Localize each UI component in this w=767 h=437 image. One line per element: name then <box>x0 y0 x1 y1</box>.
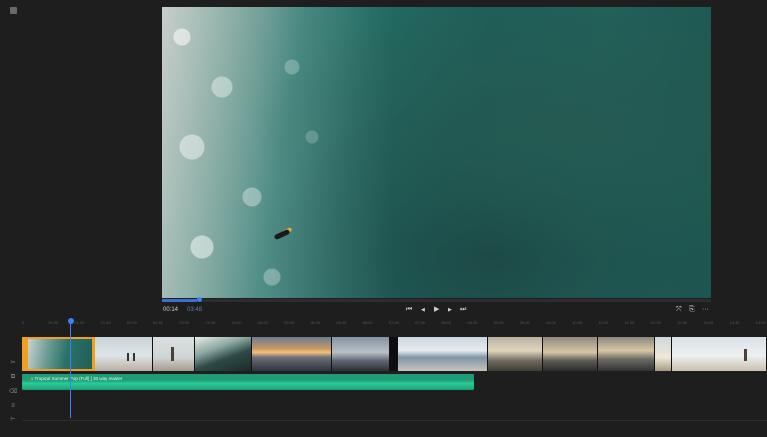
ruler-tick-label: 03:00 <box>179 320 190 325</box>
ruler-tick-label: 09:00 <box>493 320 504 325</box>
ruler-tick-label: 10:00 <box>546 320 557 325</box>
video-clip[interactable] <box>488 337 543 371</box>
ruler-tick-label: 13:00 <box>703 320 714 325</box>
razor-tool-icon[interactable]: ✂ <box>9 360 17 366</box>
ruler-tick-label: 06:00 <box>336 320 347 325</box>
ruler-tick-label: 02:00 <box>126 320 137 325</box>
ruler-tick-label: 06:30 <box>362 320 373 325</box>
wave-foam-image <box>162 7 392 298</box>
video-clip[interactable] <box>252 337 332 371</box>
program-monitor[interactable] <box>162 7 711 298</box>
monitor-playhead-handle[interactable] <box>197 297 202 302</box>
video-clip[interactable] <box>543 337 598 371</box>
ruler-tick-label: 04:30 <box>257 320 268 325</box>
ruler-tick-label: 09:30 <box>519 320 530 325</box>
ruler-tick-label: 07:30 <box>415 320 426 325</box>
ruler-tick-label: 10:30 <box>572 320 583 325</box>
video-clip-selected[interactable] <box>22 337 95 371</box>
ruler-tick-label: 00:30 <box>48 320 59 325</box>
clip-thumbnail <box>28 339 92 369</box>
figure-image <box>133 353 135 361</box>
figure-image <box>171 347 174 361</box>
current-timecode: 00:14 <box>163 307 179 313</box>
timeline-playhead-handle[interactable] <box>68 318 74 324</box>
video-clip[interactable] <box>398 337 488 371</box>
video-clip[interactable] <box>195 337 252 371</box>
play-button[interactable]: ▶ <box>434 306 439 314</box>
figure-image <box>744 349 747 361</box>
video-clip[interactable] <box>598 337 655 371</box>
delete-icon[interactable]: ⌫ <box>9 389 17 395</box>
monitor-scrub-progress <box>162 299 198 302</box>
video-clip[interactable] <box>672 337 767 371</box>
ruler-tick-label: 0 <box>22 320 25 325</box>
ruler-tick-label: 11:30 <box>624 320 635 325</box>
zoom-icon[interactable]: ⊢ <box>9 417 17 423</box>
go-to-end-icon[interactable]: ⏭ <box>460 306 466 314</box>
monitor-scrub-bar[interactable] <box>162 299 711 302</box>
ruler-tick-label: 11:00 <box>598 320 609 325</box>
video-clip[interactable] <box>153 337 195 371</box>
ruler-tick-label: 08:30 <box>467 320 478 325</box>
panel-menu-icon[interactable] <box>10 7 17 14</box>
ruler-tick-label: 05:00 <box>284 320 295 325</box>
video-clip[interactable] <box>332 337 390 371</box>
video-clip[interactable] <box>95 337 153 371</box>
ruler-tick-label: 01:00 <box>74 320 85 325</box>
go-to-start-icon[interactable]: ⏮ <box>406 306 412 314</box>
ruler-tick-label: 01:30 <box>100 320 111 325</box>
step-forward-icon[interactable]: ▶ <box>448 306 452 314</box>
ruler-tick-label: 12:00 <box>650 320 661 325</box>
video-track[interactable] <box>22 337 767 371</box>
figure-image <box>127 353 129 361</box>
track-options-icon[interactable]: ≡ <box>9 403 17 409</box>
audio-clip[interactable]: ♫ Tropical Summer Pop (Full) [ 30 way ma… <box>22 374 474 390</box>
audio-clip-label: ♫ Tropical Summer Pop (Full) [ 30 way ma… <box>30 376 123 381</box>
video-clip-gap[interactable] <box>390 337 398 371</box>
ruler-tick-label: 07:00 <box>388 320 399 325</box>
timeline-bottom-divider <box>22 420 767 421</box>
total-duration: 03:48 <box>187 307 203 313</box>
ruler-tick-label: 05:30 <box>310 320 321 325</box>
step-back-icon[interactable]: ◀ <box>421 306 425 314</box>
audio-waveform <box>22 380 474 389</box>
ruler-tick-label: 04:00 <box>231 320 242 325</box>
duplicate-icon[interactable]: ⧉ <box>9 374 17 380</box>
ruler-tick-label: 03:30 <box>205 320 216 325</box>
ruler-tick-label: 08:00 <box>441 320 452 325</box>
export-frame-icon[interactable]: ⎘ <box>689 306 695 314</box>
video-clip[interactable] <box>655 337 672 371</box>
ruler-tick-label: 12:30 <box>677 320 688 325</box>
timeline-playhead-line[interactable] <box>70 322 71 418</box>
more-options-icon[interactable]: ··· <box>702 306 709 314</box>
ruler-tick-label: 02:30 <box>153 320 164 325</box>
ruler-tick-label: 13:30 <box>729 320 740 325</box>
ruler-tick-label: 14:00 <box>755 320 766 325</box>
timeline-ruler[interactable]: 0 00:30 01:00 01:30 02:00 02:30 03:00 03:30 04:0… <box>22 318 767 328</box>
fit-icon[interactable]: ⤧ <box>676 306 682 314</box>
